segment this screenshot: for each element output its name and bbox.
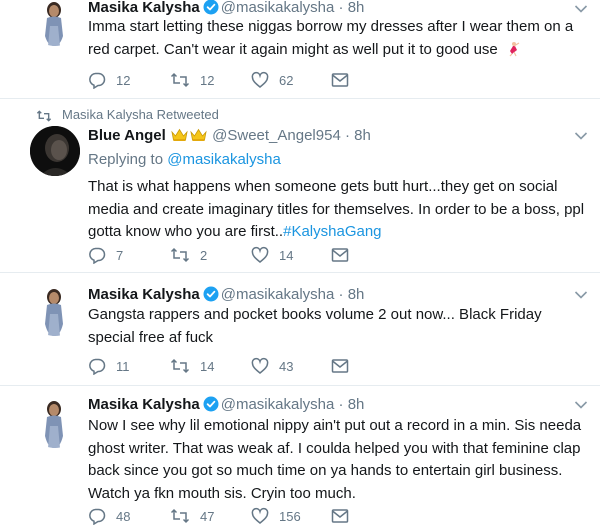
author-handle[interactable]: @masikakalysha (221, 286, 335, 303)
avatar[interactable] (30, 398, 80, 448)
tweet[interactable]: Masika Kalysha @masikakalysha · 8h Gangst… (0, 273, 600, 385)
heart-icon (251, 357, 269, 374)
like-button[interactable]: 156 (251, 506, 301, 526)
like-button[interactable]: 62 (251, 70, 293, 90)
reply-count: 7 (116, 247, 124, 263)
reply-icon (89, 72, 106, 89)
direct-message-button[interactable] (331, 245, 349, 265)
like-button[interactable]: 14 (251, 245, 293, 265)
chevron-down-icon[interactable] (574, 4, 588, 14)
reply-button[interactable]: 48 (88, 506, 130, 526)
avatar[interactable] (30, 126, 80, 176)
retweet-context[interactable]: Masika Kalysha Retweeted (62, 107, 219, 122)
heart-icon (251, 507, 269, 524)
reply-button[interactable]: 12 (88, 70, 130, 90)
tweet[interactable]: Masika Kalysha @masikakalysha · 8h Imma s… (0, 0, 600, 98)
tweet-timestamp[interactable]: 8h (348, 0, 365, 16)
tweet-text: That is what happens when someone gets b… (88, 178, 585, 240)
verified-badge-icon (203, 286, 219, 302)
reply-count: 48 (116, 508, 131, 524)
avatar[interactable] (30, 0, 80, 46)
author-name[interactable]: Masika Kalysha (88, 396, 200, 413)
reply-button[interactable]: 11 (88, 356, 130, 376)
tweet-feed: Masika Kalysha @masikakalysha · 8h Imma s… (0, 0, 600, 526)
verified-badge-icon (203, 396, 219, 412)
like-button[interactable]: 43 (251, 356, 293, 376)
tweet-actions: 11 14 43 (88, 356, 358, 376)
reply-icon (89, 358, 106, 375)
retweet-count: 12 (200, 72, 215, 88)
retweet-button[interactable]: 14 (170, 356, 214, 376)
author-handle[interactable]: @masikakalysha (221, 396, 335, 413)
like-count: 43 (279, 358, 294, 374)
dancer-emoji-icon (505, 41, 521, 65)
tweet[interactable]: Masika Kalysha Retweeted Blue Angel @Swe… (0, 99, 600, 272)
retweet-context-icon (36, 110, 52, 122)
tweet-timestamp[interactable]: 8h (348, 396, 365, 413)
retweet-count: 47 (200, 508, 215, 524)
author-name[interactable]: Blue Angel (88, 127, 166, 144)
author-name[interactable]: Masika Kalysha (88, 286, 200, 303)
direct-message-button[interactable] (331, 70, 349, 90)
reply-icon (89, 508, 106, 525)
retweet-count: 14 (200, 358, 215, 374)
retweet-button[interactable]: 2 (170, 245, 207, 265)
reply-button[interactable]: 7 (88, 245, 123, 265)
author-handle[interactable]: @masikakalysha (221, 0, 335, 16)
retweet-button[interactable]: 47 (170, 506, 214, 526)
chevron-down-icon[interactable] (574, 131, 588, 141)
crown-emoji-icon (171, 128, 188, 148)
tweet-text: Imma start letting these niggas borrow m… (88, 16, 586, 64)
retweet-icon (170, 358, 190, 374)
tweet[interactable]: Masika Kalysha @masikakalysha · 8h Now I … (0, 386, 600, 526)
like-count: 62 (279, 72, 294, 88)
chevron-down-icon[interactable] (574, 400, 588, 410)
verified-badge-icon (203, 0, 219, 15)
tweet-actions: 48 47 156 (88, 506, 358, 526)
author-name[interactable]: Masika Kalysha (88, 0, 200, 16)
retweet-icon (170, 508, 190, 524)
tweet-timestamp[interactable]: 8h (354, 127, 371, 144)
heart-icon (251, 246, 269, 263)
like-count: 14 (279, 247, 294, 263)
reply-count: 11 (116, 358, 130, 374)
heart-icon (251, 71, 269, 88)
direct-message-button[interactable] (331, 356, 349, 376)
envelope-icon (331, 73, 349, 87)
reply-icon (89, 247, 106, 264)
tweet-actions: 12 12 62 (88, 70, 358, 90)
tweet-text: Now I see why lil emotional nippy ain't … (88, 417, 582, 502)
like-count: 156 (279, 508, 301, 524)
retweet-icon (170, 72, 190, 88)
crown-emoji-icon (190, 128, 207, 148)
retweet-count: 2 (200, 247, 208, 263)
replying-to-handle[interactable]: @masikakalysha (167, 151, 281, 168)
hashtag-link[interactable]: #KalyshaGang (283, 223, 381, 240)
replying-to: Replying to @masikakalysha (88, 151, 281, 168)
envelope-icon (331, 509, 349, 523)
tweet-text: Gangsta rappers and pocket books volume … (88, 306, 542, 346)
retweet-icon (170, 247, 190, 263)
retweet-button[interactable]: 12 (170, 70, 214, 90)
tweet-timestamp[interactable]: 8h (348, 286, 365, 303)
direct-message-button[interactable] (331, 506, 349, 526)
reply-count: 12 (116, 72, 131, 88)
tweet-actions: 7 2 14 (88, 245, 358, 265)
chevron-down-icon[interactable] (574, 290, 588, 300)
author-handle[interactable]: @Sweet_Angel954 (212, 127, 341, 144)
envelope-icon (331, 359, 349, 373)
avatar[interactable] (30, 286, 80, 336)
envelope-icon (331, 248, 349, 262)
